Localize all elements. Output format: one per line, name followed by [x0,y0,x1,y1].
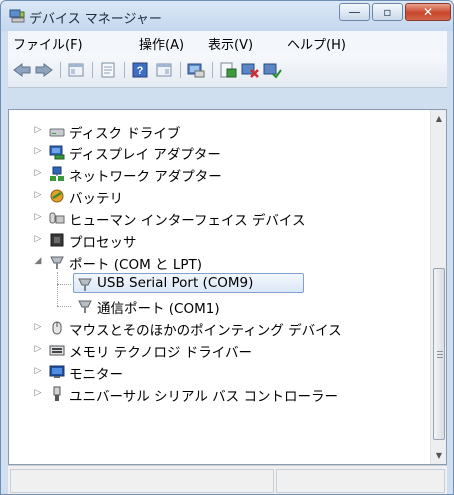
tree-item-mice[interactable]: ▷ マウスとそのほかのポインティング デバイス [9,317,429,339]
grip-line [437,351,443,352]
toolbar: ? [8,53,447,88]
view-icon[interactable] [154,61,174,79]
grip-line [437,354,443,355]
tree-item-label: ネットワーク アダプター [69,169,222,185]
network-adapter-icon [50,166,64,181]
expand-arrow-icon[interactable]: ▷ [33,146,43,156]
tree-item-label: ヒューマン インターフェイス デバイス [69,213,306,229]
menu-help[interactable]: ヘルプ(H) [287,34,346,53]
tree-item-network-adapters[interactable]: ▷ ネットワーク アダプター [9,163,429,185]
scrollbar-thumb[interactable] [433,268,445,440]
update-driver-icon[interactable] [218,61,238,79]
disable-icon[interactable] [262,61,282,79]
tree-item-disk-drives[interactable]: ▷ ディスク ドライブ [9,120,429,142]
tree-item-comm-port[interactable]: 通信ポート (COM1) [9,295,429,317]
toolbar-separator [60,62,61,78]
close-button[interactable]: ✕ [405,3,451,21]
grip-line [437,357,443,358]
tree-item-label: ディスク ドライブ [69,126,181,142]
menu-bar: ファイル(F) 操作(A) 表示(V) ヘルプ(H) [8,31,447,53]
battery-icon [50,189,64,203]
device-tree[interactable]: ▷ ディスク ドライブ ▷ ディスプレイ アダプター ▷ ネットワーク アダプタ… [8,109,447,465]
tree-item-processors[interactable]: ▷ プロセッサ [9,229,429,251]
tree-item-hid[interactable]: ▷ ヒューマン インターフェイス デバイス [9,207,429,229]
port-icon [78,278,92,291]
minimize-icon: — [348,5,361,19]
window-title: デバイス マネージャー [29,12,162,27]
forward-icon[interactable] [34,61,54,79]
tree-item-usb-serial-port[interactable]: USB Serial Port (COM9) [9,273,429,295]
tree-item-label: 通信ポート (COM1) [97,301,220,317]
mouse-icon [52,321,62,335]
menu-action[interactable]: 操作(A) [139,34,184,53]
toolbar-separator [212,62,213,78]
expand-arrow-icon[interactable]: ▷ [33,322,43,332]
help-icon[interactable]: ? [130,61,150,79]
display-adapter-icon [49,145,65,160]
expand-arrow-icon[interactable]: ▷ [33,388,43,398]
expand-arrow-icon[interactable]: ▷ [33,212,43,222]
scroll-down-arrow-icon[interactable]: ▼ [431,447,446,464]
title-bar[interactable]: デバイス マネージャー — ▫ ✕ [1,1,453,31]
tree-item-label: メモリ テクノロジ ドライバー [69,345,253,361]
tree-item-usb-controllers[interactable]: ▷ ユニバーサル シリアル バス コントローラー [9,383,429,405]
menu-file[interactable]: ファイル(F) [13,34,83,53]
back-icon[interactable] [12,61,32,79]
tree-item-label: バッテリ [69,191,123,207]
menu-view[interactable]: 表示(V) [208,34,253,53]
port-icon [50,256,64,269]
tree-item-display-adapters[interactable]: ▷ ディスプレイ アダプター [9,141,429,163]
expand-arrow-icon[interactable]: ▷ [33,190,43,200]
processor-icon [50,233,64,247]
minimize-button[interactable]: — [339,3,370,21]
tree-item-label: ディスプレイ アダプター [69,147,221,163]
memory-icon [49,345,65,356]
uninstall-icon[interactable] [240,61,260,79]
collapse-arrow-icon[interactable]: ◢ [33,256,43,266]
toolbar-separator [124,62,125,78]
scan-hardware-icon[interactable] [186,61,206,79]
device-manager-window: デバイス マネージャー — ▫ ✕ ファイル(F) 操作(A) 表示(V) ヘル… [0,0,454,495]
toolbar-separator [180,62,181,78]
tree-item-label: プロセッサ [69,235,137,251]
expand-arrow-icon[interactable]: ▷ [33,344,43,354]
show-hide-tree-icon[interactable] [66,61,86,79]
tree-item-memory-tech[interactable]: ▷ メモリ テクノロジ ドライバー [9,339,429,361]
expand-arrow-icon[interactable]: ▷ [33,125,43,135]
scroll-up-arrow-icon[interactable]: ▲ [431,110,446,127]
tree-item-ports[interactable]: ◢ ポート (COM と LPT) [9,251,429,273]
properties-icon[interactable] [98,61,118,79]
maximize-icon: ▫ [383,5,392,19]
status-pane [276,469,445,493]
hid-icon [49,212,65,224]
disk-drive-icon [49,128,65,137]
port-icon [78,300,92,313]
expand-arrow-icon[interactable]: ▷ [33,234,43,244]
close-icon: ✕ [422,5,434,19]
tree-item-monitors[interactable]: ▷ モニター [9,361,429,383]
monitor-icon [49,365,65,378]
tree-item-label: ユニバーサル シリアル バス コントローラー [69,389,338,405]
toolbar-separator [92,62,93,78]
maximize-button[interactable]: ▫ [372,3,403,21]
tree-item-label: モニター [69,367,123,383]
tree-item-batteries[interactable]: ▷ バッテリ [9,185,429,207]
expand-arrow-icon[interactable]: ▷ [33,168,43,178]
expand-arrow-icon[interactable]: ▷ [33,366,43,376]
tree-item-label: ポート (COM と LPT) [69,257,203,273]
tree-item-label: USB Serial Port (COM9) [97,275,254,291]
status-bar [8,465,447,494]
svg-text:?: ? [137,65,144,77]
tree-item-label: マウスとそのほかのポインティング デバイス [69,323,342,339]
device-manager-icon [9,9,25,23]
status-pane [10,469,274,493]
vertical-scrollbar[interactable]: ▲ ▼ [430,110,446,464]
usb-icon [53,386,61,401]
